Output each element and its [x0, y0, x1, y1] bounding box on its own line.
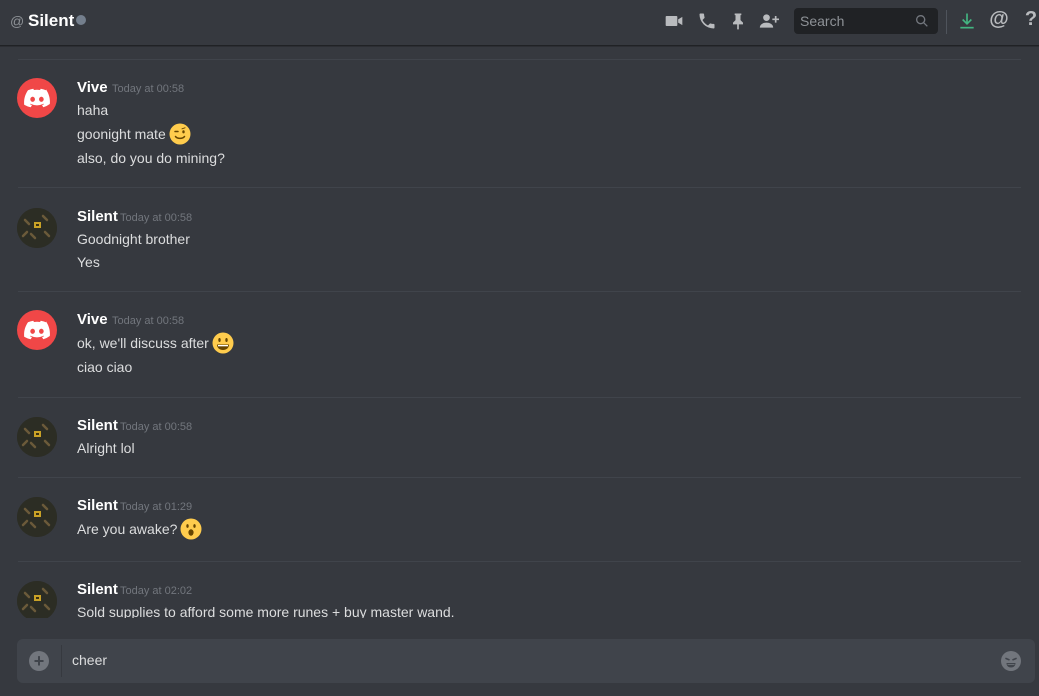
voice-call-icon[interactable]: [696, 10, 718, 32]
divider: [18, 397, 1021, 398]
message-timestamp: Today at 00:58: [112, 315, 185, 327]
message-timestamp: Today at 01:29: [120, 501, 193, 513]
search-icon[interactable]: [914, 13, 930, 29]
message-composer[interactable]: + cheer: [17, 639, 1035, 683]
avatar[interactable]: [17, 581, 57, 618]
discord-logo-icon: [24, 88, 50, 108]
discord-logo-icon: [24, 320, 50, 340]
user-avatar-icon: [17, 497, 57, 537]
search-input[interactable]: [794, 8, 904, 34]
message-text: also, do you do mining?: [77, 150, 225, 166]
mentions-icon[interactable]: @: [988, 8, 1010, 30]
smiley-emoji-icon[interactable]: [212, 332, 234, 354]
plus-icon: +: [33, 651, 45, 671]
user-avatar-icon: [17, 208, 57, 248]
channel-title: Silent: [28, 11, 75, 30]
message-timestamp: Today at 02:02: [120, 585, 193, 597]
message-author[interactable]: Silent: [77, 417, 118, 434]
divider: [18, 561, 1021, 562]
message-text: goonight mate: [77, 123, 191, 145]
message-author[interactable]: Silent: [77, 208, 118, 225]
divider: [18, 291, 1021, 292]
channel-header: @ Silent @ ?: [0, 0, 1039, 46]
message-text: Yes: [77, 254, 100, 270]
message-text: Are you awake?: [77, 518, 202, 540]
help-icon[interactable]: ?: [1020, 8, 1039, 30]
user-avatar-icon: [17, 581, 57, 618]
message-input[interactable]: cheer: [72, 652, 107, 668]
divider: [18, 477, 1021, 478]
pin-icon[interactable]: [727, 10, 749, 32]
status-indicator: [76, 15, 86, 25]
winking-face-emoji-icon[interactable]: [169, 123, 191, 145]
message-text: Sold supplies to afford some more runes …: [77, 604, 455, 618]
divider: [18, 59, 1021, 60]
upload-button[interactable]: +: [29, 651, 49, 671]
message-text: ok, we'll discuss after: [77, 332, 234, 354]
message-text: ciao ciao: [77, 359, 133, 375]
message-author[interactable]: Silent: [77, 581, 118, 598]
at-icon: @: [10, 13, 25, 29]
message-author[interactable]: Vive: [77, 79, 108, 96]
composer-divider: [61, 645, 62, 677]
message-timestamp: Today at 00:58: [120, 212, 193, 224]
message-list[interactable]: Vive Today at 00:58 haha goonight mate a…: [0, 46, 1039, 618]
search-box[interactable]: [794, 8, 938, 34]
message-timestamp: Today at 00:58: [120, 421, 193, 433]
avatar[interactable]: [17, 310, 57, 350]
video-call-icon[interactable]: [663, 10, 685, 32]
avatar[interactable]: [17, 417, 57, 457]
message-timestamp: Today at 00:58: [112, 83, 185, 95]
message-text: haha: [77, 102, 109, 118]
message-author[interactable]: Silent: [77, 497, 118, 514]
avatar[interactable]: [17, 208, 57, 248]
header-divider: [946, 10, 947, 34]
divider: [18, 187, 1021, 188]
message-author[interactable]: Vive: [77, 311, 108, 328]
avatar[interactable]: [17, 78, 57, 118]
emoji-picker-icon[interactable]: [1000, 650, 1022, 672]
avatar[interactable]: [17, 497, 57, 537]
download-icon[interactable]: [956, 10, 978, 32]
message-text: Goodnight brother: [77, 231, 190, 247]
open-mouth-emoji-icon[interactable]: [180, 518, 202, 540]
message-text: Alright lol: [77, 440, 135, 456]
add-friend-icon[interactable]: [758, 10, 780, 32]
user-avatar-icon: [17, 417, 57, 457]
